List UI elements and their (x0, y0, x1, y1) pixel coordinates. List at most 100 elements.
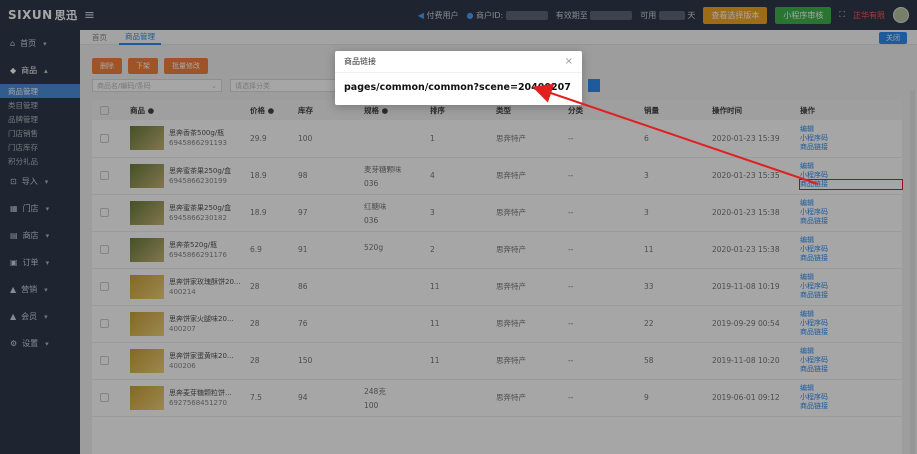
sidebar-item-order[interactable]: ▣ 订单 ▾ (0, 249, 80, 276)
edit-link[interactable]: 编辑 (800, 310, 902, 319)
checkbox[interactable] (100, 245, 109, 254)
checkbox[interactable] (100, 133, 109, 143)
user-name[interactable]: 正华有限 (853, 10, 885, 21)
mini-program-code-link[interactable]: 小程序码 (800, 245, 902, 254)
goods-link-link[interactable]: 商品链接 (800, 254, 902, 263)
checkbox[interactable] (100, 105, 109, 115)
sidebar-sub-goods-manage[interactable]: 商品管理 (0, 84, 80, 98)
fullscreen-icon[interactable]: ⛶ (839, 10, 845, 20)
close-tabs-button[interactable]: 关闭 (879, 32, 907, 44)
mini-program-code-link[interactable]: 小程序码 (800, 134, 902, 143)
edit-link[interactable]: 编辑 (800, 199, 902, 208)
delete-button[interactable]: 删除 (92, 58, 122, 74)
row-checkbox[interactable] (92, 268, 122, 306)
sidebar-sub-brand[interactable]: 品牌管理 (0, 112, 80, 126)
goods-link-link[interactable]: 商品链接 (800, 291, 902, 300)
product-thumbnail (130, 274, 164, 299)
edit-link[interactable]: 编辑 (800, 384, 902, 393)
row-checkbox[interactable] (92, 305, 122, 343)
category-cell: -- (560, 194, 636, 232)
sidebar-item-import[interactable]: ⊡ 导入 ▾ (0, 168, 80, 195)
edit-link[interactable]: 编辑 (800, 347, 902, 356)
header-checkbox[interactable] (92, 100, 122, 120)
row-checkbox[interactable] (92, 157, 122, 195)
sidebar-sub-store-stock[interactable]: 门店库存 (0, 140, 80, 154)
checkbox[interactable] (100, 282, 109, 291)
mini-program-code-link[interactable]: 小程序码 (800, 282, 902, 291)
sidebar-item-shop[interactable]: ▤ 商店 ▾ (0, 222, 80, 249)
mini-program-code-link[interactable]: 小程序码 (800, 319, 902, 328)
sidebar-item-home[interactable]: ⌂ 首页 ▾ (0, 30, 80, 57)
edit-link[interactable]: 编辑 (800, 273, 902, 282)
sidebar-item-goods[interactable]: ◆ 商品 ▴ (0, 57, 80, 84)
goods-link-link[interactable]: 商品链接 (800, 328, 902, 337)
search-button[interactable] (588, 79, 600, 92)
goods-link-link[interactable]: 商品链接 (800, 365, 902, 374)
mini-program-code-link[interactable]: 小程序码 (800, 171, 902, 180)
sidebar-item-settings[interactable]: ⚙ 设置 ▾ (0, 330, 80, 357)
stock-cell: 94 (290, 379, 356, 417)
price-cell: 7.5 (242, 379, 290, 417)
table-row: 思奔蜜茶果250g/盒 6945866230199 18.9 98 麦芽糖颗味 036 4 思… (92, 157, 903, 195)
sort-cell: 3 (422, 194, 488, 232)
spec-cell: 麦芽糖颗味 036 (356, 157, 422, 195)
category-cell: -- (560, 342, 636, 380)
spec-cell (356, 305, 422, 343)
sort-cell: 11 (422, 268, 488, 306)
mini-program-code-link[interactable]: 小程序码 (800, 208, 902, 217)
product-col: 思奔饼家火腿味20... 400207 (122, 305, 242, 343)
product-info: 思奔蜜茶果250g/盒 6945866230199 (169, 166, 232, 185)
close-icon[interactable]: × (565, 56, 573, 67)
product-cell: 思奔香茶500g/瓶 6945866291193 (130, 126, 242, 151)
sidebar-sub-category[interactable]: 类目管理 (0, 98, 80, 112)
sales-cell: 33 (636, 268, 704, 306)
checkbox[interactable] (100, 208, 109, 217)
goods-link-link[interactable]: 商品链接 (799, 179, 903, 190)
ops-col: 编辑 小程序码 商品链接 (792, 305, 902, 343)
edit-link[interactable]: 编辑 (800, 162, 902, 171)
row-checkbox[interactable] (92, 342, 122, 380)
ops-col: 编辑 小程序码 商品链接 (792, 268, 902, 306)
sidebar-item-member[interactable]: ▲ 会员 ▾ (0, 303, 80, 330)
chevron-down-icon: ▾ (43, 39, 47, 48)
batch-edit-button[interactable]: 批量修改 (164, 58, 208, 74)
product-thumbnail (130, 311, 164, 336)
mini-program-review-button[interactable]: 小程序审核 (775, 6, 832, 24)
row-checkbox[interactable] (92, 379, 122, 417)
row-checkbox[interactable] (92, 194, 122, 232)
product-cell: 思奔茶520g/瓶 6945866291176 (130, 237, 242, 262)
row-checkbox[interactable] (92, 231, 122, 269)
search-input[interactable]: 商品名/编码/条码 ⌄ (92, 79, 222, 92)
avatar[interactable] (893, 7, 909, 23)
checkbox[interactable] (100, 356, 109, 365)
mini-program-code-link[interactable]: 小程序码 (800, 393, 902, 402)
offshelf-button[interactable]: 下架 (128, 58, 158, 74)
checkbox[interactable] (100, 319, 109, 328)
sidebar-sub-points-gift[interactable]: 积分礼品 (0, 154, 80, 168)
price-cell: 18.9 (242, 194, 290, 232)
header-time: 操作时间 (704, 100, 792, 120)
tab-goods-manage[interactable]: 商品管理 (119, 30, 161, 45)
sidebar-item-marketing[interactable]: ▲ 营销 ▾ (0, 276, 80, 303)
checkbox[interactable] (100, 171, 109, 180)
edit-link[interactable]: 编辑 (800, 125, 902, 134)
goods-link-link[interactable]: 商品链接 (800, 143, 902, 152)
checkbox[interactable] (100, 393, 109, 402)
sidebar-item-store[interactable]: ▦ 门店 ▾ (0, 195, 80, 222)
sales-cell: 6 (636, 120, 704, 158)
menu-icon[interactable]: ≡ (84, 8, 95, 23)
product-cell: 思奔饼家玫瑰酥饼20... 400214 (130, 274, 242, 299)
goods-link-link[interactable]: 商品链接 (800, 402, 902, 411)
tab-home[interactable]: 首页 (86, 31, 113, 44)
goods-table: 商品 ● 价格 ● 库存 规格 ● 排序 类型 分类 销量 操作时间 操作 思奔… (92, 100, 903, 417)
sidebar-sub-store-sales[interactable]: 门店销售 (0, 126, 80, 140)
spec-cell: 248克 100 (356, 379, 422, 417)
chevron-down-icon: ▾ (44, 285, 48, 294)
goods-link-link[interactable]: 商品链接 (800, 217, 902, 226)
choose-version-button[interactable]: 查看选择版本 (703, 6, 768, 24)
row-checkbox[interactable] (92, 120, 122, 158)
edit-link[interactable]: 编辑 (800, 236, 902, 245)
spec-cell (356, 268, 422, 306)
mini-program-code-link[interactable]: 小程序码 (800, 356, 902, 365)
scrollbar[interactable] (910, 90, 915, 454)
